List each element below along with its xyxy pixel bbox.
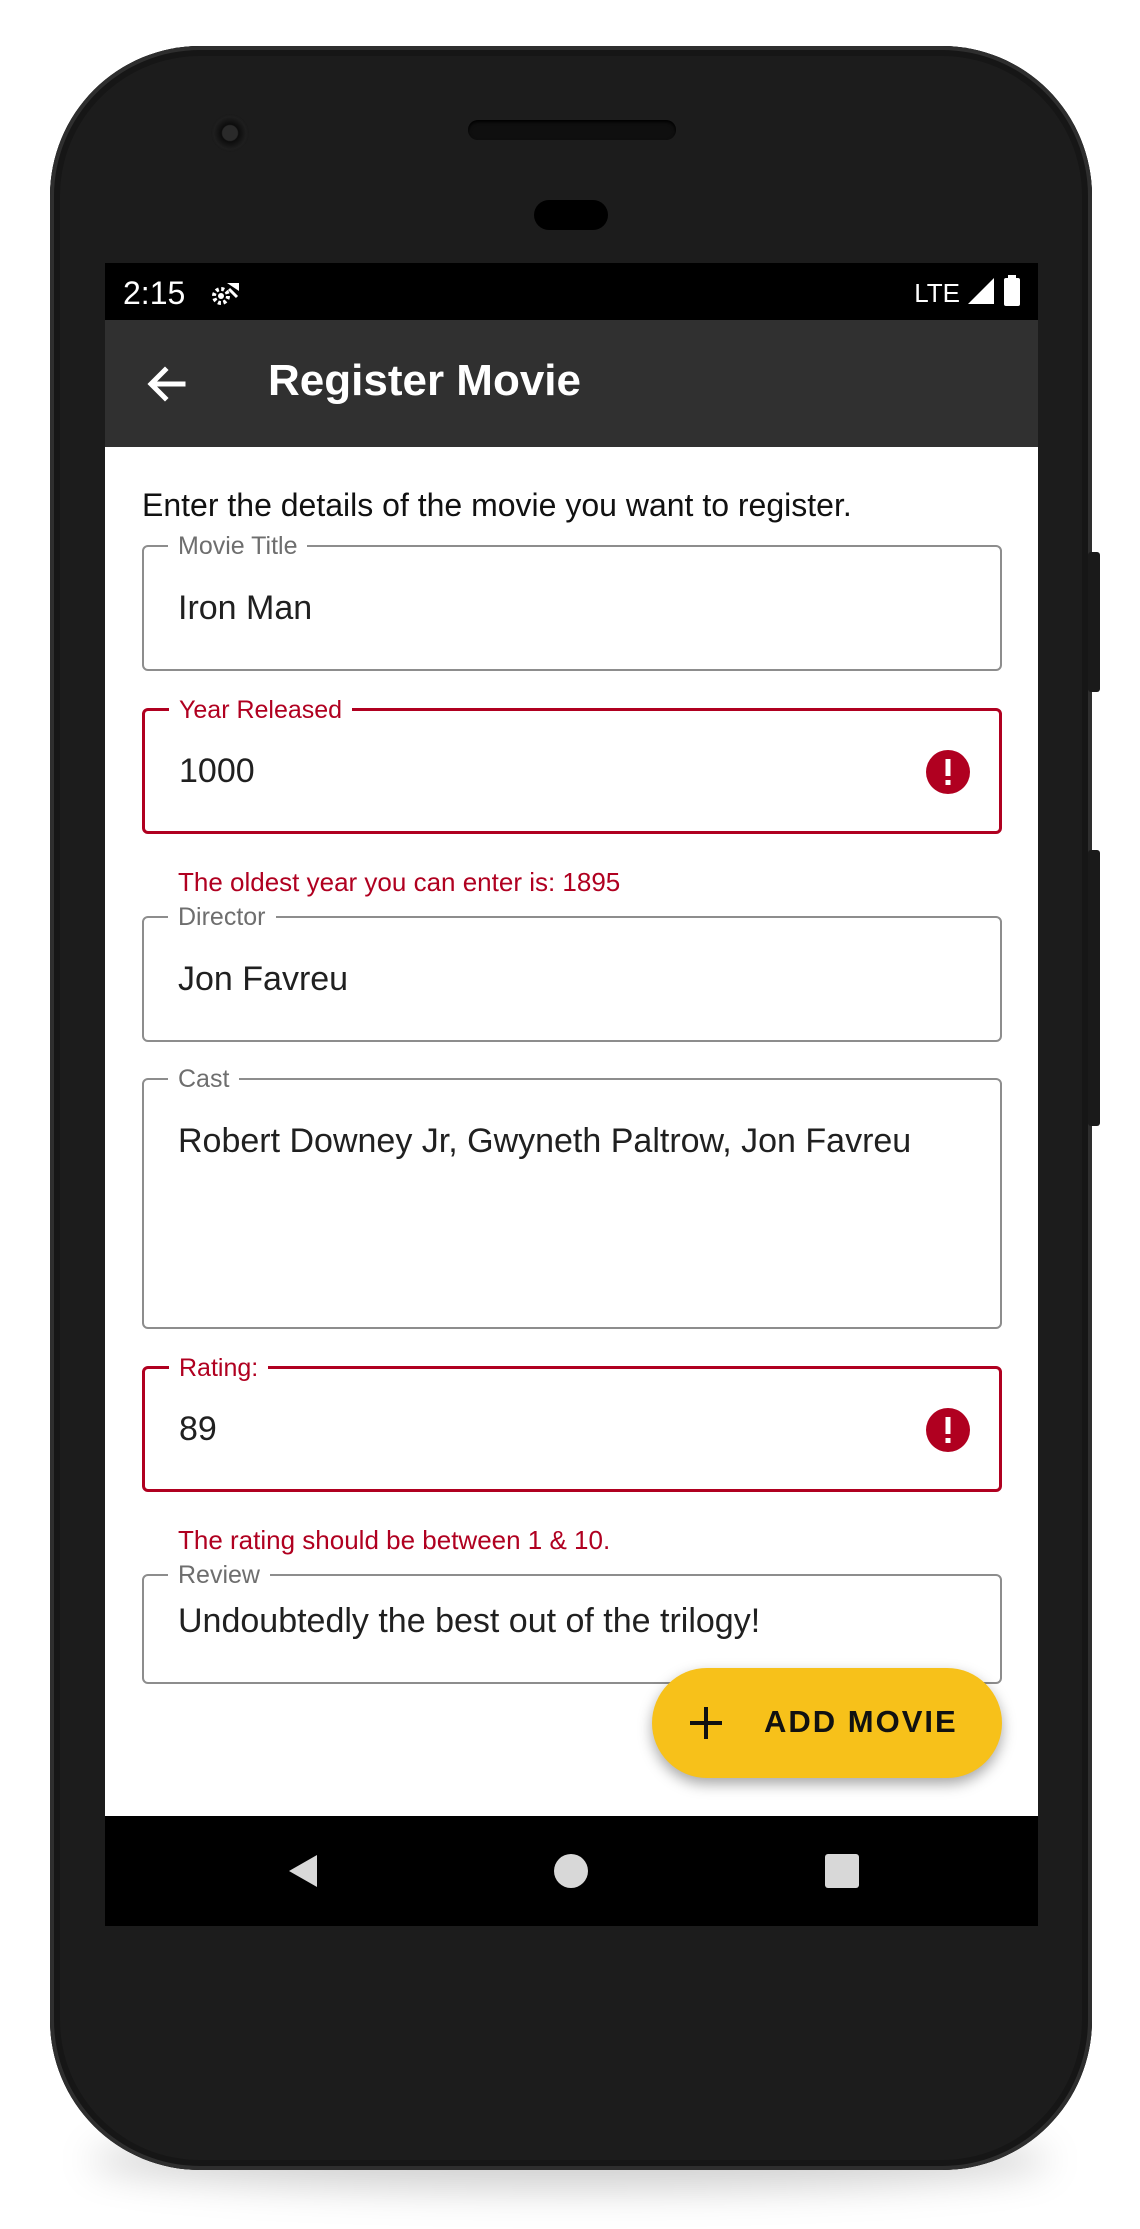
cast-label: Cast [168, 1064, 240, 1094]
square-recent-icon[interactable] [822, 1851, 862, 1891]
cast-input[interactable]: Robert Downey Jr, Gwyneth Paltrow, Jon F… [178, 1122, 911, 1161]
arrow-back-icon[interactable] [143, 360, 191, 408]
year-released-label: Year Released [169, 695, 353, 725]
signal-icon [966, 276, 996, 311]
rating-field[interactable]: Rating: 89 [142, 1353, 1002, 1492]
year-released-field[interactable]: Year Released 1000 [142, 695, 1002, 834]
movie-title-input[interactable]: Iron Man [178, 589, 312, 628]
screen: 2:15 LTE Register Movie Enter the detail… [105, 263, 1038, 1816]
director-field[interactable]: Director Jon Favreu [142, 902, 1002, 1042]
review-label: Review [168, 1560, 270, 1590]
rating-label: Rating: [169, 1353, 269, 1383]
network-type: LTE [914, 278, 960, 308]
status-time: 2:15 [123, 275, 186, 311]
circle-home-icon[interactable] [551, 1851, 591, 1891]
earpiece-speaker [468, 120, 676, 140]
plus-icon [686, 1703, 726, 1743]
battery-icon [1002, 275, 1022, 312]
power-button [1088, 552, 1100, 692]
page-title: Register Movie [268, 356, 581, 405]
system-nav-bar [105, 1816, 1038, 1926]
triangle-back-icon[interactable] [283, 1851, 323, 1891]
status-indicators: LTE [914, 275, 1022, 312]
status-bar: 2:15 LTE [105, 263, 1038, 320]
director-input[interactable]: Jon Favreu [178, 960, 348, 999]
director-label: Director [168, 902, 276, 932]
year-released-error: The oldest year you can enter is: 1895 [178, 867, 621, 897]
review-input[interactable]: Undoubtedly the best out of the trilogy! [178, 1602, 760, 1641]
app-bar: Register Movie [105, 320, 1038, 447]
rating-input[interactable]: 89 [179, 1410, 217, 1449]
error-icon [925, 1407, 971, 1453]
cast-field[interactable]: Cast Robert Downey Jr, Gwyneth Paltrow, … [142, 1064, 1002, 1329]
form-content: Enter the details of the movie you want … [105, 447, 1038, 1816]
add-movie-button[interactable]: ADD MOVIE [652, 1668, 1002, 1778]
settings-sync-icon [209, 279, 245, 307]
volume-button [1088, 850, 1100, 1126]
intro-text: Enter the details of the movie you want … [142, 487, 852, 523]
movie-title-label: Movie Title [168, 531, 308, 561]
add-movie-label: ADD MOVIE [764, 1704, 958, 1739]
error-icon [925, 749, 971, 795]
front-camera [211, 114, 249, 152]
year-released-input[interactable]: 1000 [179, 752, 255, 791]
movie-title-field[interactable]: Movie Title Iron Man [142, 531, 1002, 671]
rating-error: The rating should be between 1 & 10. [178, 1525, 611, 1555]
proximity-sensor [534, 200, 608, 230]
